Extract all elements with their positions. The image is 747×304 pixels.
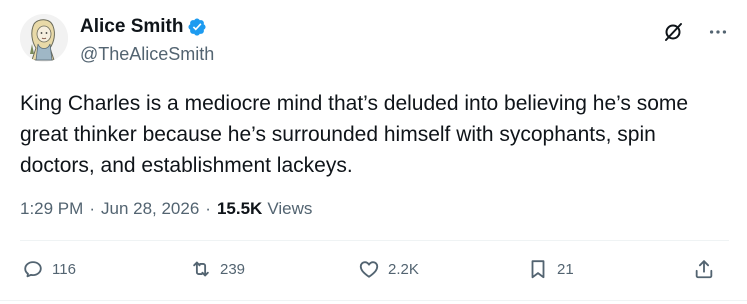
avatar-illustration	[20, 14, 68, 62]
tweet-date[interactable]: Jun 28, 2026	[101, 199, 199, 219]
author-display-name[interactable]: Alice Smith	[80, 16, 183, 38]
author-handle[interactable]: @TheAliceSmith	[80, 44, 214, 65]
top-actions	[661, 20, 729, 44]
tweet-meta: 1:29 PM · Jun 28, 2026 · 15.5K Views	[20, 199, 312, 219]
like-button[interactable]: 2.2K	[358, 258, 419, 280]
views-count: 15.5K	[216, 199, 263, 218]
reply-icon	[24, 261, 42, 278]
share-button[interactable]	[693, 258, 715, 280]
tweet-time[interactable]: 1:29 PM	[20, 199, 83, 219]
heart-icon	[359, 261, 379, 278]
reply-count: 116	[52, 260, 76, 278]
views-label: Views	[267, 199, 313, 218]
bookmark-icon	[531, 260, 545, 279]
tweet-card: Alice Smith @TheAliceSmith King Charles …	[0, 0, 747, 304]
author-name-row: Alice Smith	[80, 16, 207, 38]
bookmark-count: 21	[557, 260, 574, 278]
tweet-text: King Charles is a mediocre mind that’s d…	[20, 92, 689, 177]
more-icon[interactable]	[707, 21, 729, 43]
retweet-button[interactable]: 239	[190, 258, 245, 280]
retweet-count: 239	[220, 260, 246, 278]
action-bar: 116 239 2.2K 21	[0, 258, 747, 284]
verified-badge-icon[interactable]	[187, 17, 207, 37]
reply-button[interactable]: 116	[22, 258, 76, 280]
divider	[20, 240, 729, 241]
like-count: 2.2K	[388, 260, 419, 278]
share-icon	[695, 260, 713, 279]
avatar[interactable]	[20, 14, 68, 62]
meta-separator: ·	[205, 199, 211, 218]
meta-separator: ·	[89, 199, 95, 218]
grok-icon[interactable]	[661, 20, 685, 44]
retweet-icon	[193, 261, 209, 277]
bottom-divider	[0, 300, 747, 301]
bookmark-button[interactable]: 21	[527, 258, 574, 280]
